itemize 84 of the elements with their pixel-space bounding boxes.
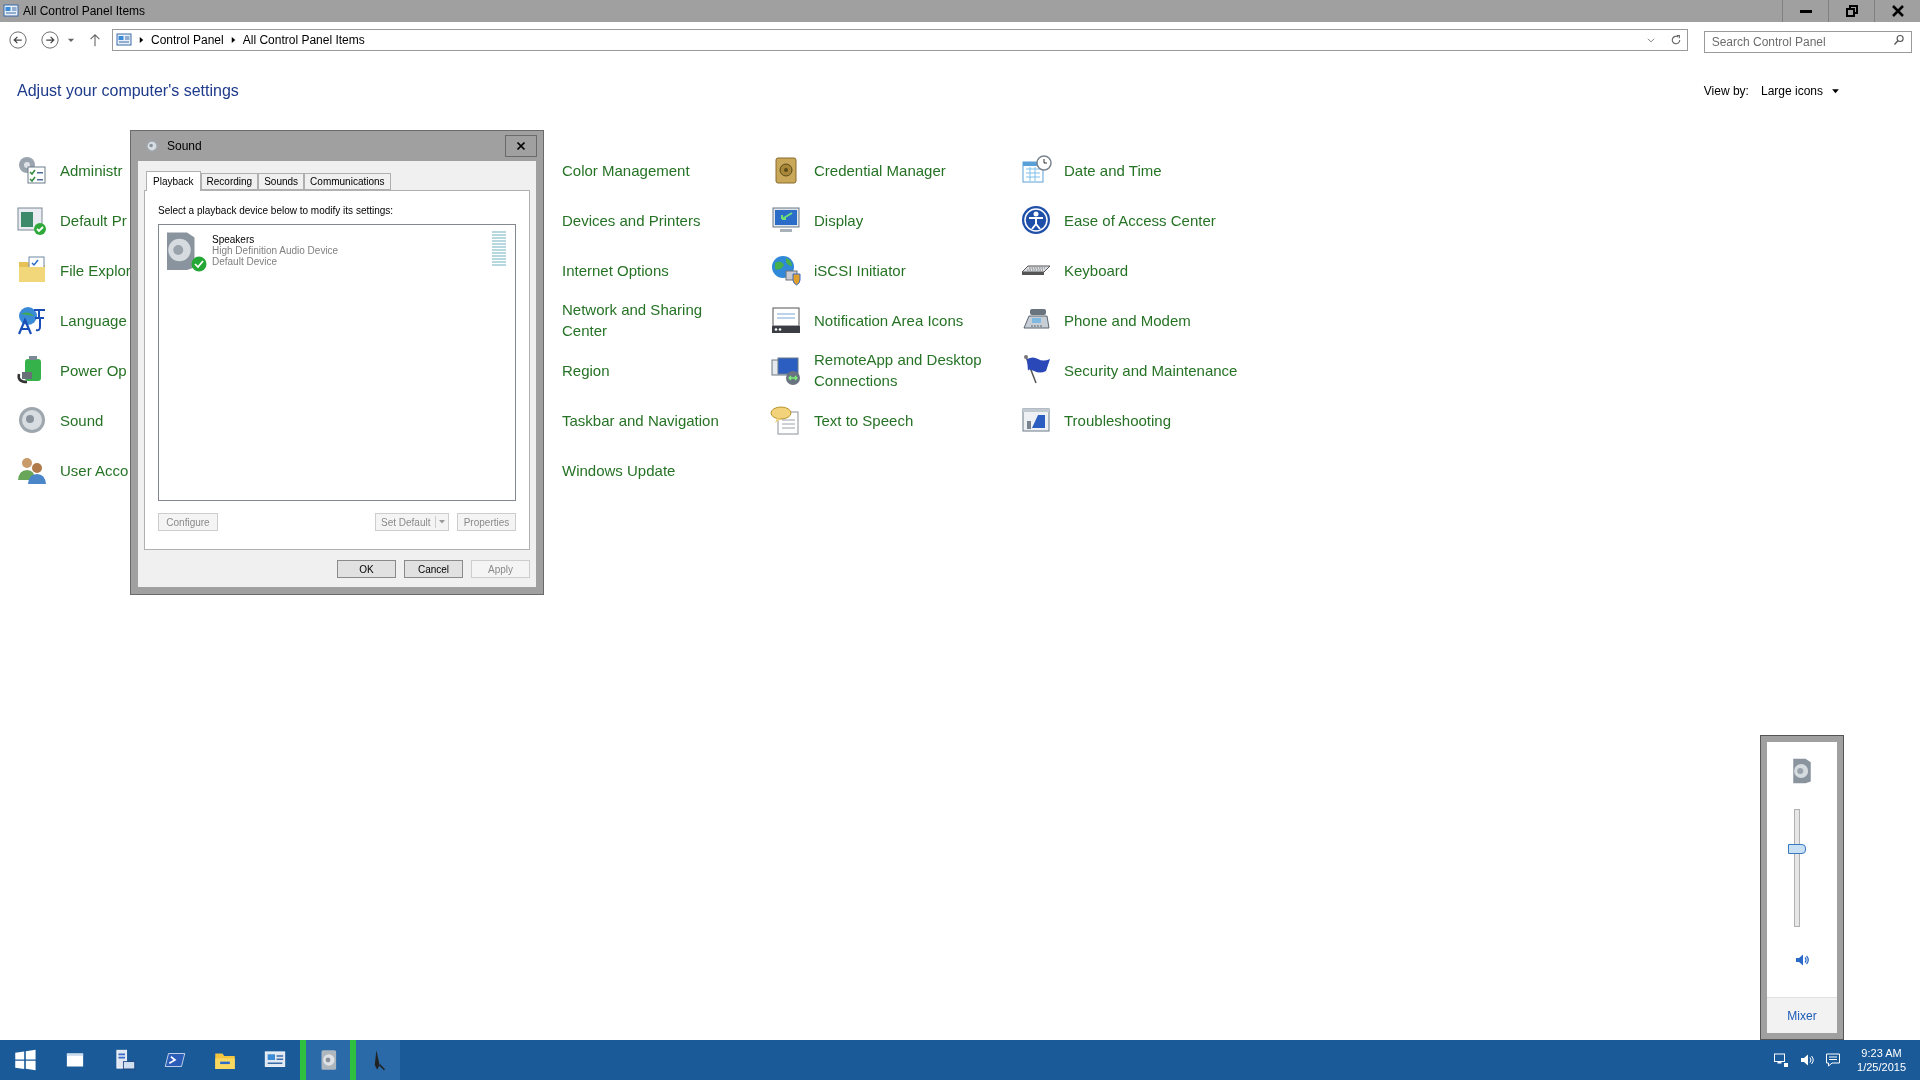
dialog-button[interactable]: Cancel (404, 560, 463, 578)
tab[interactable]: Communications (304, 173, 391, 190)
forward-icon[interactable] (40, 30, 60, 50)
close-icon (1891, 5, 1904, 17)
calendar-icon[interactable] (1020, 154, 1052, 186)
notification-icon[interactable] (1825, 1052, 1842, 1068)
caret-icon (1831, 86, 1840, 96)
back-icon[interactable] (8, 30, 28, 50)
applet-link[interactable]: Administr (60, 159, 123, 181)
applet-link[interactable]: Notification Area Icons (814, 309, 964, 331)
applet-link[interactable]: User Acco (60, 459, 129, 481)
chevron-icon (138, 36, 145, 44)
speaker-icon[interactable] (16, 404, 48, 436)
applet-link[interactable]: Internet Options (562, 259, 669, 281)
restore-icon (1845, 5, 1858, 17)
tools-icon[interactable] (16, 154, 48, 186)
level-meter (492, 231, 506, 266)
slider-thumb[interactable] (1788, 844, 1806, 855)
device-list[interactable]: Speakers High Definition Audio Device Default Device (158, 224, 516, 501)
caret-icon (438, 518, 446, 526)
search-icon (1893, 34, 1905, 46)
applet-link[interactable]: File Explor (60, 259, 131, 281)
clock[interactable]: 9:23 AM 1/25/2015 (1857, 1046, 1906, 1074)
applet-link[interactable]: iSCSI Initiator (814, 259, 906, 281)
applet-link[interactable]: Network and Sharing Center (562, 299, 728, 341)
applet-link[interactable]: Troubleshooting (1064, 409, 1171, 431)
tab[interactable]: Playback (146, 171, 201, 191)
accessibility-icon[interactable] (1020, 204, 1052, 236)
up-icon[interactable] (88, 33, 102, 47)
speaker-icon (145, 139, 159, 153)
device-name: Speakers (212, 234, 255, 245)
programs-icon[interactable] (16, 204, 48, 236)
applet-link[interactable]: Keyboard (1064, 259, 1129, 281)
applet-link[interactable]: Display (814, 209, 864, 231)
close-button[interactable] (505, 135, 537, 157)
taskbar-button[interactable] (300, 1040, 350, 1080)
applet-link[interactable]: Devices and Printers (562, 209, 701, 231)
device-description: High Definition Audio Device (212, 245, 339, 256)
applet-link[interactable]: Ease of Access Center (1064, 209, 1216, 231)
tray-icon[interactable] (770, 304, 802, 336)
chevron-icon (229, 36, 237, 44)
taskbar-button[interactable] (350, 1040, 400, 1080)
window-title: All Control Panel Items (23, 3, 146, 20)
network-icon[interactable] (1773, 1052, 1790, 1068)
page-heading: Adjust your computer's settings (17, 81, 239, 101)
applet-link[interactable]: Date and Time (1064, 159, 1162, 181)
dialog-button[interactable]: OK (337, 560, 396, 578)
view-by-dropdown[interactable]: Large icons (1760, 82, 1840, 100)
applet-link[interactable]: Color Management (562, 159, 690, 181)
applet-link[interactable]: Sound (60, 409, 104, 431)
device-item[interactable]: Speakers High Definition Audio Device Default Device (162, 228, 512, 278)
tab[interactable]: Sounds (258, 173, 305, 190)
applet-link[interactable]: RemoteApp and Desktop Connections (814, 349, 1004, 391)
applet-link[interactable]: Credential Manager (814, 159, 946, 181)
applet-link[interactable]: Phone and Modem (1064, 309, 1191, 331)
dropdown-icon[interactable] (1645, 35, 1656, 45)
applet-link[interactable]: Taskbar and Navigation (562, 409, 719, 431)
device-status: Default Device (212, 256, 279, 267)
applet-link[interactable]: Default Pr (60, 209, 127, 231)
applet-link[interactable]: Power Op (60, 359, 127, 381)
view-by-label: View by: (1703, 83, 1749, 100)
language-icon[interactable] (16, 304, 48, 336)
volume-icon[interactable] (1794, 952, 1810, 968)
breadcrumb[interactable]: All Control Panel Items (242, 31, 365, 49)
minimize-icon (1799, 9, 1812, 13)
dialog-title: Sound (167, 138, 202, 155)
close-icon (514, 139, 528, 153)
applet-link[interactable]: Region (562, 359, 610, 381)
start-icon (12, 1047, 38, 1073)
breadcrumb[interactable]: Control Panel (151, 31, 224, 49)
control-panel-icon (116, 32, 132, 48)
volume-icon[interactable] (1799, 1052, 1816, 1068)
instruction-text: Select a playback device below to modify its settings: (158, 204, 395, 217)
applet-link[interactable]: Text to Speech (814, 409, 914, 431)
applet-link[interactable]: Language (60, 309, 127, 331)
address-bar[interactable]: Control Panel All Control Panel Items (112, 29, 1688, 51)
applet-link[interactable]: Security and Maintenance (1064, 359, 1238, 381)
control-panel-icon (3, 3, 19, 19)
tab[interactable]: Recording (200, 173, 259, 190)
remote-desktop-icon[interactable] (770, 354, 802, 386)
refresh-icon[interactable] (1669, 34, 1682, 46)
applet-link[interactable]: Windows Update (562, 459, 676, 481)
search-field[interactable]: Search Control Panel (1703, 31, 1912, 53)
globe-icon[interactable] (770, 254, 802, 286)
